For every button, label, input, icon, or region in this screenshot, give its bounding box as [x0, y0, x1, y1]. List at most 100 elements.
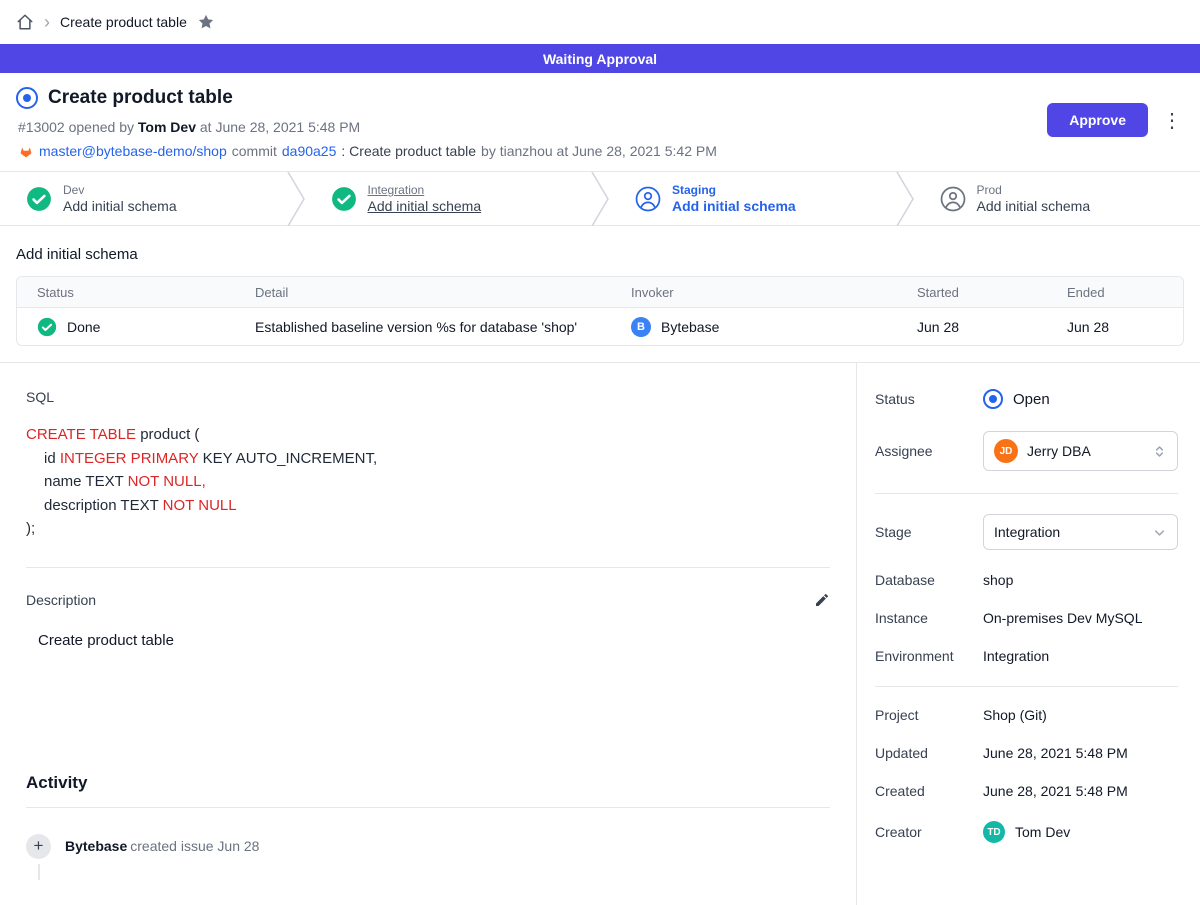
sql-token: product ( — [136, 426, 199, 443]
created-label: Created — [875, 783, 983, 799]
sql-token: description TEXT — [44, 497, 163, 514]
sql-line: name TEXT NOT NULL, — [26, 470, 830, 494]
instance-row: Instance On-premises Dev MySQL — [875, 610, 1178, 626]
divider — [26, 807, 830, 808]
stage-task-label: Add initial schema — [368, 198, 482, 214]
stage-row: Stage Integration — [875, 514, 1178, 550]
stage-staging[interactable]: Staging Add initial schema — [609, 172, 896, 225]
assignee-label: Assignee — [875, 443, 983, 459]
stage-dev[interactable]: Dev Add initial schema — [0, 172, 287, 225]
project-label: Project — [875, 707, 983, 723]
status-row: Status Open — [875, 389, 1178, 409]
person-circle-icon — [940, 186, 966, 212]
stage-select[interactable]: Integration — [983, 514, 1178, 550]
approval-banner-text: Waiting Approval — [543, 51, 657, 67]
sql-line: ); — [26, 517, 830, 541]
status-label: Status — [875, 391, 983, 407]
assignee-row: Assignee JD Jerry DBA — [875, 431, 1178, 471]
stage-env-label: Staging — [672, 183, 796, 197]
sql-token: CREATE TABLE — [26, 426, 136, 443]
stage-separator — [591, 172, 609, 226]
breadcrumb: › Create product table — [0, 0, 1200, 44]
updated-label: Updated — [875, 745, 983, 761]
approve-button[interactable]: Approve — [1047, 103, 1148, 137]
sql-line: id INTEGER PRIMARY KEY AUTO_INCREMENT, — [26, 447, 830, 471]
environment-label: Environment — [875, 648, 983, 664]
issue-header: Create product table #13002 opened by To… — [0, 73, 1200, 171]
commit-row: master@bytebase-demo/shop commit da90a25… — [16, 143, 1184, 159]
breadcrumb-title[interactable]: Create product table — [60, 14, 187, 30]
project-value: Shop (Git) — [983, 707, 1178, 723]
sql-token: KEY AUTO_INCREMENT, — [198, 450, 377, 467]
stage-prod[interactable]: Prod Add initial schema — [914, 172, 1200, 225]
home-icon[interactable] — [16, 13, 34, 31]
chevron-right-icon: › — [44, 13, 50, 31]
environment-value: Integration — [983, 648, 1178, 664]
database-label: Database — [875, 572, 983, 588]
instance-value: On-premises Dev MySQL — [983, 610, 1178, 626]
stage-env-label: Prod — [977, 183, 1091, 197]
activity-item: + Bytebasecreated issue Jun 28 — [26, 834, 830, 859]
sql-token: NOT NULL — [163, 497, 237, 514]
sql-label: SQL — [26, 389, 830, 405]
stage-task-label: Add initial schema — [977, 198, 1091, 214]
updated-row: Updated June 28, 2021 5:48 PM — [875, 745, 1178, 761]
description-label: Description — [26, 592, 96, 608]
sql-token: id — [44, 450, 60, 467]
approval-banner: Waiting Approval — [0, 44, 1200, 73]
activity-actor: Bytebase — [65, 838, 127, 854]
sql-token: NOT NULL, — [128, 473, 206, 490]
stage-integration[interactable]: Integration Add initial schema — [305, 172, 592, 225]
commit-hash-link[interactable]: da90a25 — [282, 143, 337, 159]
column-detail: Detail — [235, 285, 611, 300]
task-row[interactable]: Done Established baseline version %s for… — [17, 308, 1183, 345]
check-circle-icon — [26, 186, 52, 212]
sql-token: INTEGER PRIMARY — [60, 450, 199, 467]
issue-sidebar: Status Open Assignee JD Jerry DBA Stage … — [856, 363, 1200, 905]
creator-row: Creator TD Tom Dev — [875, 821, 1178, 843]
task-invoker-text: Bytebase — [661, 319, 719, 335]
creator-label: Creator — [875, 824, 983, 840]
activity-title: Activity — [26, 773, 830, 793]
main-content: SQL CREATE TABLE product ( id INTEGER PR… — [0, 363, 856, 905]
kebab-menu-icon[interactable]: ⋮ — [1158, 108, 1186, 133]
divider — [26, 567, 830, 568]
branch-link[interactable]: master@bytebase-demo/shop — [39, 143, 227, 159]
issue-id-text: #13002 opened by — [18, 119, 134, 135]
issue-title: Create product table — [48, 87, 233, 109]
instance-label: Instance — [875, 610, 983, 626]
assignee-select[interactable]: JD Jerry DBA — [983, 431, 1178, 471]
sql-code-block: CREATE TABLE product ( id INTEGER PRIMAR… — [26, 423, 830, 541]
task-table-header: Status Detail Invoker Started Ended — [17, 277, 1183, 308]
edit-pencil-icon[interactable] — [814, 592, 830, 608]
check-circle-icon — [37, 317, 57, 337]
issue-open-icon — [16, 87, 38, 109]
sql-line: description TEXT NOT NULL — [26, 494, 830, 518]
assignee-value: Jerry DBA — [1027, 443, 1143, 459]
column-ended: Ended — [1047, 285, 1183, 300]
task-title: Add initial schema — [16, 246, 1184, 263]
task-invoker-cell: B Bytebase — [611, 317, 897, 337]
jerry-avatar: JD — [994, 439, 1018, 463]
check-circle-icon — [331, 186, 357, 212]
sql-token: ); — [26, 520, 35, 537]
stage-separator — [896, 172, 914, 226]
updown-chevron-icon — [1152, 444, 1167, 459]
add-comment-icon[interactable]: + — [26, 834, 51, 859]
tom-avatar: TD — [983, 821, 1005, 843]
stage-value: Integration — [994, 524, 1143, 540]
column-invoker: Invoker — [611, 285, 897, 300]
pipeline: Dev Add initial schema Integration Add i… — [0, 171, 1200, 226]
created-row: Created June 28, 2021 5:48 PM — [875, 783, 1178, 799]
star-icon[interactable] — [197, 13, 215, 31]
activity-action: created issue Jun 28 — [130, 838, 259, 854]
task-table: Status Detail Invoker Started Ended Done… — [16, 276, 1184, 346]
creator-value: Tom Dev — [1015, 824, 1070, 840]
commit-byline: by tianzhou at June 28, 2021 5:42 PM — [481, 143, 717, 159]
commit-word: commit — [232, 143, 277, 159]
project-row: Project Shop (Git) — [875, 707, 1178, 723]
stage-env-label: Integration — [368, 183, 482, 197]
status-open-icon — [983, 389, 1003, 409]
divider — [875, 686, 1178, 687]
issue-author: Tom Dev — [138, 119, 196, 135]
